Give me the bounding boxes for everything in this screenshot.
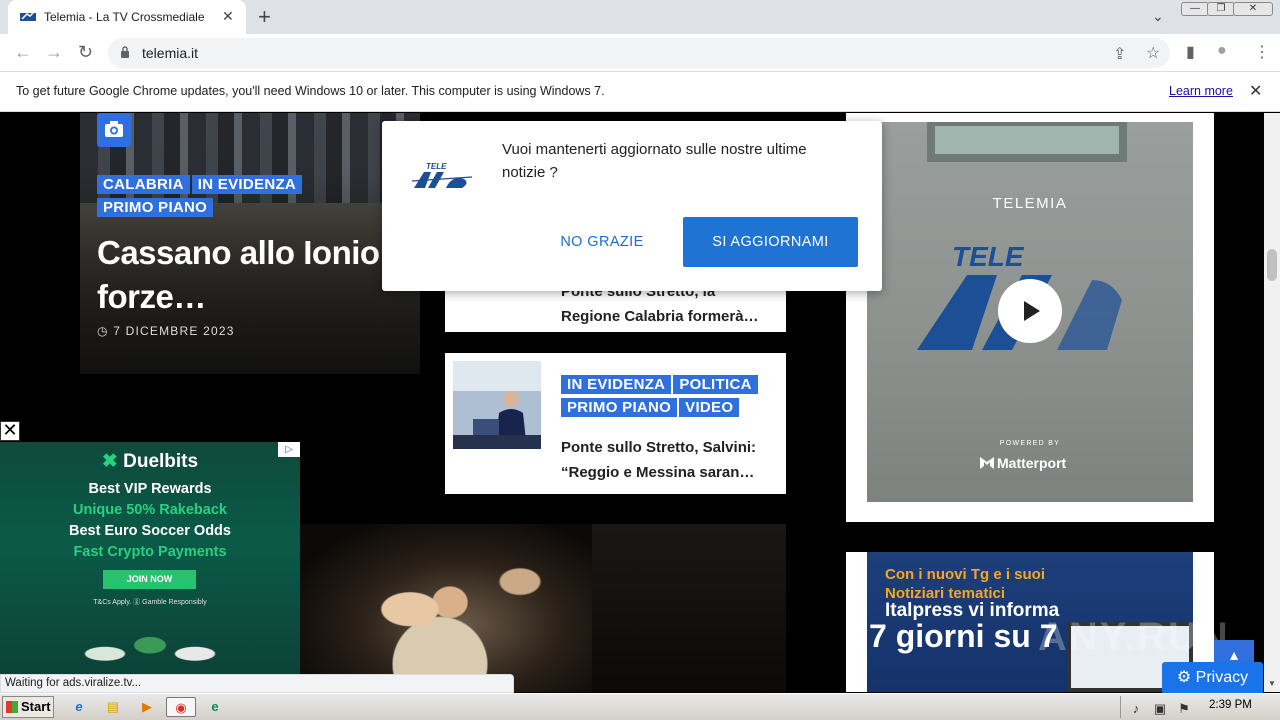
system-tray: ♪ ▣ ⚑ 2:39 PM [1120,696,1278,718]
matterport-logo-icon [980,457,994,469]
media-player-icon[interactable]: ▶ [136,697,158,717]
update-infobar: To get future Google Chrome updates, you… [0,72,1280,112]
hero-date: ◷ 7 DICEMBRE 2023 [97,324,235,338]
ad-close-button[interactable]: ✕ [0,421,20,441]
clock[interactable]: 2:39 PM [1209,699,1252,711]
learn-more-link[interactable]: Learn more [1169,84,1233,98]
matterport-embed[interactable]: TELEMIA TELE POWERED BY Matterport [867,122,1193,502]
address-bar[interactable]: telemia.it ⇪ ☆ [108,38,1170,68]
internet-explorer-icon[interactable]: e [68,697,90,717]
share-icon[interactable]: ⇪ [1113,44,1126,64]
duelbits-logo-icon: ✖ [101,451,118,472]
action-center-flag-icon[interactable]: ⚑ [1173,699,1195,719]
tag-video[interactable]: VIDEO [679,398,740,417]
start-label: Start [21,699,51,714]
telemia-favicon-icon [20,11,36,21]
ad-brand-text: Duelbits [123,451,199,472]
article-title[interactable]: Ponte sullo Stretto, Salvini: “Reggio e … [561,435,776,485]
infobar-close-icon[interactable]: ✕ [1249,81,1262,101]
reload-icon[interactable]: ↻ [78,42,93,63]
article-tags: IN EVIDENZA POLITICA PRIMO PIANO VIDEO [561,375,781,421]
hero-article-card[interactable]: CALABRIA IN EVIDENZA PRIMO PIANO Cassano a… [80,113,420,374]
ad-line: Best VIP Rewards [88,481,212,497]
scrollbar-thumb[interactable] [1267,249,1277,281]
telemia-logo-icon: TELE [412,162,472,188]
chrome-icon[interactable]: ◉ [166,697,196,717]
popup-message: Vuoi mantenerti aggiornato sulle nostre … [502,141,807,181]
actors-photo [350,554,550,692]
windows-taskbar: Start e ▤ ▶ ◉ e ♪ ▣ ⚑ 2:39 PM [0,693,1280,720]
svg-text:TELE: TELE [952,241,1025,272]
minimize-button[interactable]: — [1181,2,1209,16]
theatre-article-image[interactable] [300,524,592,692]
ad-terms: T&Cs Apply. ⓖ Gamble Responsibly [93,599,207,606]
privacy-button[interactable]: ⚙ Privacy [1162,662,1263,693]
folder-icon[interactable]: ▤ [102,697,124,717]
lock-icon [121,46,129,58]
notification-popup: TELE Vuoi mantenerti aggiornato sulle no… [382,121,882,291]
windows-logo-icon [6,701,18,713]
page-scrollbar[interactable]: ▼ [1264,113,1280,692]
tag-politica[interactable]: POLITICA [673,375,758,394]
start-button[interactable]: Start [2,696,54,718]
tag-in-evidenza[interactable]: IN EVIDENZA [561,375,672,394]
hero-title[interactable]: Cassano allo Ionio: forze… [97,231,407,319]
back-icon[interactable]: ← [14,42,32,63]
tab-telemia[interactable]: Telemia - La TV Crossmediale ✕ [8,0,246,34]
article-card-2[interactable]: IN EVIDENZA POLITICA PRIMO PIANO VIDEO Pont… [445,353,786,494]
powered-by-label: POWERED BY [999,440,1061,447]
camera-icon [97,113,131,147]
scroll-down-icon[interactable]: ▼ [1268,679,1276,688]
tag-in-evidenza[interactable]: IN EVIDENZA [191,175,303,194]
hero-tags: CALABRIA IN EVIDENZA PRIMO PIANO [97,175,337,221]
menu-icon[interactable]: ⋮ [1254,42,1270,62]
ad-brand: ✖ Duelbits [0,450,300,473]
forward-icon[interactable]: → [45,42,63,63]
play-button[interactable] [998,279,1062,343]
bookmark-star-icon[interactable]: ☆ [1146,43,1160,63]
article-image-dark[interactable] [592,524,786,692]
tab-close-icon[interactable]: ✕ [222,8,234,25]
edge-icon[interactable]: e [204,697,226,717]
hero-date-text: 7 DICEMBRE 2023 [113,324,235,338]
sound-icon[interactable]: ♪ [1125,699,1147,719]
new-tab-button[interactable]: + [258,4,271,30]
infobar-message: To get future Google Chrome updates, you… [16,84,605,98]
tag-calabria[interactable]: CALABRIA [97,175,190,194]
window-frame-icon [927,122,1127,162]
subscribe-button[interactable]: SI AGGIORNAMI [683,217,858,267]
join-now-button[interactable]: JOIN NOW [103,570,196,589]
no-thanks-button[interactable]: NO GRAZIE [552,217,652,267]
article-thumbnail[interactable] [453,361,541,449]
maximize-button[interactable]: ❐ [1207,2,1235,16]
tag-primo-piano[interactable]: PRIMO PIANO [561,398,678,417]
svg-text:TELE: TELE [426,162,447,171]
ad-line: Unique 50% Rakeback [73,502,227,518]
network-icon[interactable]: ▣ [1149,699,1171,719]
status-bar: Waiting for ads.viralize.tv... [0,674,514,693]
watermark: ANY.RUN [1038,615,1230,659]
duelbits-ad[interactable]: ▷ ✖ Duelbits Best VIP Rewards Unique 50%… [0,442,300,692]
matterport-brand-text: Matterport [997,455,1067,471]
tab-title: Telemia - La TV Crossmediale [44,10,205,24]
url-text[interactable]: telemia.it [142,45,198,61]
tab-strip: Telemia - La TV Crossmediale ✕ + ⌄ — ❐ ✕ [0,0,1280,34]
ad-line: Best Euro Soccer Odds [69,523,231,539]
tab-search-icon[interactable]: ⌄ [1152,8,1164,25]
clock-icon: ◷ [97,324,109,338]
browser-toolbar: ← → ↻ telemia.it ⇪ ☆ ▮ ● ⋮ [0,34,1280,72]
banner-line: 7 giorni su 7 [869,618,1058,654]
close-window-button[interactable]: ✕ [1233,2,1273,16]
tour-label: TELEMIA [992,195,1068,212]
sidebar-widget-tour: TELEMIA TELE POWERED BY Matterport [846,113,1214,522]
profile-icon[interactable]: ● [1217,42,1227,60]
ad-line: Fast Crypto Payments [73,544,227,560]
matterport-brand: Matterport [979,455,1066,471]
tag-primo-piano[interactable]: PRIMO PIANO [97,198,214,217]
side-panel-icon[interactable]: ▮ [1186,42,1195,62]
banner-line: Con i nuovi Tg e i suoi [885,566,1045,583]
